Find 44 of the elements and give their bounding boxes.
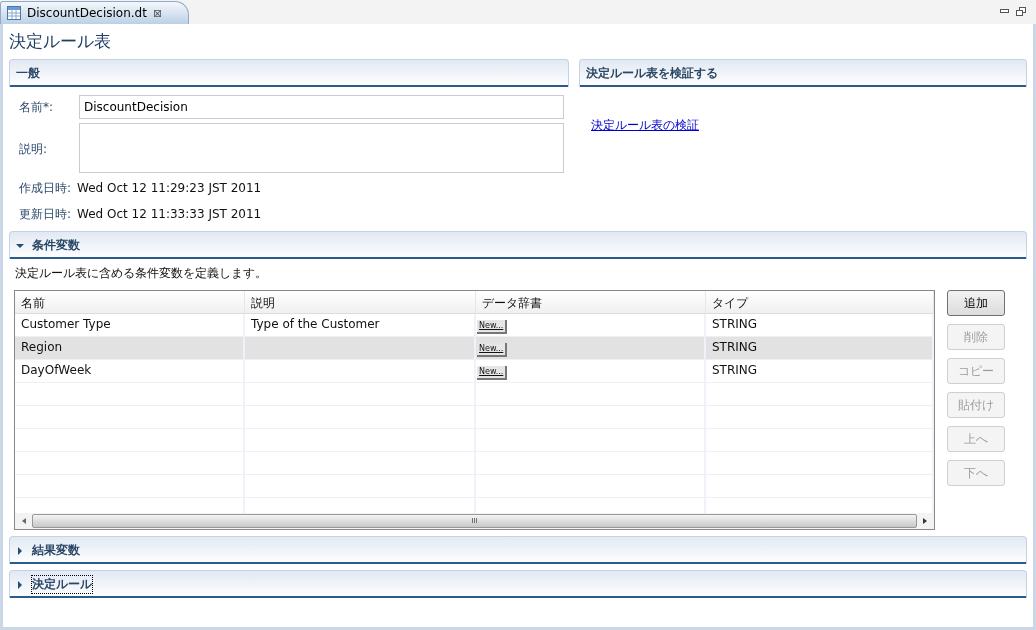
table-cell: DayOfWeek xyxy=(21,363,92,377)
column-header[interactable]: タイプ xyxy=(706,291,934,316)
table-cell: Customer Type xyxy=(21,317,111,331)
tab-title: DiscountDecision.dt xyxy=(27,6,147,20)
new-button[interactable]: New... xyxy=(477,320,508,334)
page-title: 決定ルール表 xyxy=(9,30,112,53)
close-icon[interactable]: ⊠ xyxy=(152,6,163,20)
name-field[interactable]: DiscountDecision xyxy=(79,95,564,119)
table-cell: STRING xyxy=(712,317,758,331)
action-button[interactable]: 追加 xyxy=(947,290,1005,316)
column-header[interactable]: 説明 xyxy=(245,291,476,316)
section-header: 一般 xyxy=(9,59,569,87)
table-row[interactable]: DayOfWeek New... STRING xyxy=(15,360,934,383)
column-header[interactable]: 名前 xyxy=(15,291,245,316)
new-button[interactable]: New... xyxy=(477,366,508,380)
table-cell: STRING xyxy=(712,340,758,354)
expand-triangle-icon[interactable] xyxy=(16,546,24,555)
description-field[interactable] xyxy=(79,123,564,173)
section-header[interactable]: 決定ルール xyxy=(9,570,1027,598)
date-value: Wed Oct 12 11:33:33 JST 2011 xyxy=(77,207,262,221)
validate-link[interactable]: 決定ルール表の検証 xyxy=(591,117,699,134)
minimize-icon[interactable] xyxy=(1000,7,1010,15)
section-description: 決定ルール表に含める条件変数を定義します。 xyxy=(15,265,268,282)
restore-icon[interactable] xyxy=(1016,7,1026,16)
section-header: 決定ルール表を検証する xyxy=(579,59,1027,87)
column-header[interactable]: データ辞書 xyxy=(476,291,706,316)
field-label: 作成日時: xyxy=(19,179,72,197)
table-cell: Type of the Customer xyxy=(251,317,380,331)
section-header[interactable]: 結果変数 xyxy=(9,536,1027,564)
section-header[interactable]: 条件変数 xyxy=(9,231,1027,259)
scroll-right-icon[interactable] xyxy=(921,517,929,525)
field-label: 更新日時: xyxy=(19,205,72,223)
new-button[interactable]: New... xyxy=(477,343,508,357)
scroll-left-icon[interactable] xyxy=(20,517,28,525)
table-row[interactable]: Region New... STRING xyxy=(15,337,934,360)
field-label: 名前*: xyxy=(19,98,55,116)
date-value: Wed Oct 12 11:29:23 JST 2011 xyxy=(77,181,262,195)
expand-triangle-icon[interactable] xyxy=(16,580,24,589)
table-cell: Region xyxy=(21,340,63,354)
collapse-triangle-icon[interactable] xyxy=(16,241,24,250)
table-cell: STRING xyxy=(712,363,758,377)
editor-tab[interactable]: DiscountDecision.dt ⊠ xyxy=(0,1,190,24)
field-label: 説明: xyxy=(19,141,49,158)
table-icon xyxy=(7,6,21,20)
